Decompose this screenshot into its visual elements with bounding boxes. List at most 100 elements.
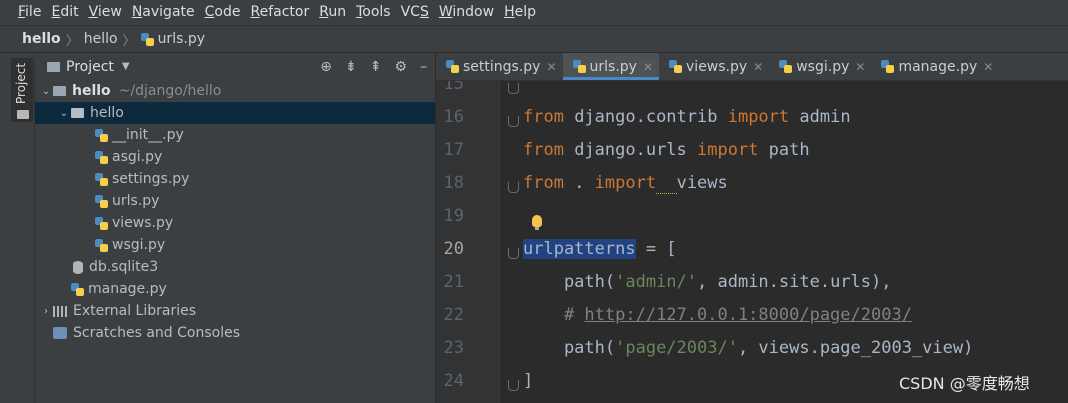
python-file-icon [71,282,84,296]
line-number: 20 [443,239,464,259]
menu-run[interactable]: Run [314,0,351,25]
code-line[interactable]: from django.contrib import admin [523,101,851,134]
tree-item[interactable]: settings.py [35,168,435,190]
tab-label: manage.py [898,58,978,75]
tree-item-label: External Libraries [73,303,196,319]
fold-marker-icon[interactable] [508,116,519,127]
breadcrumb-item-file[interactable]: urls.py [140,31,205,47]
code-token: views [676,173,728,193]
tree-item[interactable]: urls.py [35,190,435,212]
database-icon [73,260,83,274]
code-token: http://127.0.0.1:8000/page/2003/ [584,305,912,325]
line-number: 23 [443,338,464,358]
code-line[interactable]: from . import views [523,167,728,200]
menu-refactor[interactable]: Refactor [245,0,314,25]
tree-item[interactable]: asgi.py [35,146,435,168]
code-token: path( [523,272,616,292]
tree-item-label: views.py [112,215,174,231]
chevron-down-icon[interactable]: ⌄ [39,86,53,97]
tree-item[interactable]: db.sqlite3 [35,256,435,278]
tab-manage-py[interactable]: manage.py ✕ [871,53,999,80]
menu-vcs[interactable]: VCS [396,0,434,25]
code-token: admin [789,107,851,127]
breadcrumb: hello 〉 hello 〉 urls.py [0,26,1068,53]
project-panel-header: Project ▼ ⊕ ⇟ ⇞ ⚙ – [35,53,435,80]
scratches-icon [53,327,67,339]
chevron-right-icon[interactable]: › [39,306,53,317]
fold-marker-icon[interactable] [508,83,519,94]
tree-item-label: asgi.py [112,149,163,165]
python-file-icon [572,60,586,73]
line-number: 17 [443,140,464,160]
code-token: import [727,107,790,127]
menu-file[interactable]: File [0,0,46,25]
tree-item[interactable]: › External Libraries [35,300,435,322]
tree-item[interactable]: wsgi.py [35,234,435,256]
line-number: 18 [443,173,464,193]
code-line[interactable]: # http://127.0.0.1:8000/page/2003/ [523,299,912,332]
fold-marker-icon[interactable] [508,380,519,391]
collapse-all-icon[interactable]: ⇞ [370,59,382,75]
code-line[interactable]: ] [523,365,533,398]
breadcrumb-item-project[interactable]: hello [0,31,61,47]
code-line[interactable]: path('admin/', admin.site.urls), [523,266,892,299]
project-view-selector[interactable]: Project [66,59,114,75]
menu-code[interactable]: Code [200,0,246,25]
menu-window[interactable]: Window [434,0,499,25]
close-icon[interactable]: ✕ [753,60,763,74]
tree-item-label: hello [72,83,111,99]
tree-item[interactable]: __init__.py [35,124,435,146]
menu-view[interactable]: View [84,0,127,25]
menu-navigate[interactable]: Navigate [127,0,200,25]
gutter-divider [499,81,500,403]
watermark: CSDN @零度畅想 [899,374,1030,393]
fold-marker-icon[interactable] [508,248,519,259]
fold-marker-icon[interactable] [508,182,519,193]
tab-settings-py[interactable]: settings.py ✕ [436,53,563,80]
close-icon[interactable]: ✕ [855,60,865,74]
code-editor[interactable]: 15 16 from django.contrib import admin 17 fr… [436,81,1068,403]
code-line[interactable]: urlpatterns = [ [523,233,677,266]
code-line[interactable]: from django.urls import path [523,134,810,167]
locate-icon[interactable]: ⊕ [320,59,332,75]
code-token: = [ [635,239,677,259]
tab-urls-py[interactable]: urls.py ✕ [562,53,660,80]
tree-item[interactable]: ⌄ hello ~/django/hello [35,80,435,102]
code-token: urlpatterns [523,239,636,259]
menu-help[interactable]: Help [499,0,541,25]
folder-icon [47,61,60,72]
line-number: 16 [443,107,464,127]
python-file-icon [95,194,108,208]
code-token: # [523,305,585,325]
menu-tools[interactable]: Tools [351,0,396,25]
tab-views-py[interactable]: views.py ✕ [659,53,769,80]
code-token: django.contrib [563,107,728,127]
code-token: from [523,173,564,193]
minimize-icon[interactable]: – [420,59,427,75]
tree-item[interactable]: ⌄ hello [35,102,435,124]
tree-item-label: urls.py [112,193,160,209]
tree-item[interactable]: manage.py [35,278,435,300]
tree-item-label: hello [90,105,124,121]
python-file-icon [881,60,895,73]
breadcrumb-item-folder[interactable]: hello [84,31,118,47]
lightbulb-icon[interactable] [532,215,542,230]
expand-all-icon[interactable]: ⇟ [345,59,357,75]
code-line[interactable]: path('page/2003/', views.page_2003_view) [523,332,973,365]
python-file-icon [446,60,459,73]
tree-item[interactable]: Scratches and Consoles [35,322,435,344]
tree-item[interactable]: views.py [35,212,435,234]
caret-down-icon[interactable]: ▼ [122,61,130,72]
menu-edit[interactable]: Edit [46,0,83,25]
gear-icon[interactable]: ⚙ [394,59,407,75]
code-token: path [758,140,810,160]
project-tool-label: Project [14,62,28,104]
chevron-down-icon[interactable]: ⌄ [57,108,71,119]
tab-wsgi-py[interactable]: wsgi.py ✕ [769,53,871,80]
close-icon[interactable]: ✕ [546,60,556,74]
line-number: 22 [443,305,464,325]
close-icon[interactable]: ✕ [983,60,993,74]
tab-label: wsgi.py [796,58,850,75]
close-icon[interactable]: ✕ [643,60,653,74]
chevron-right-icon: 〉 [122,33,136,49]
